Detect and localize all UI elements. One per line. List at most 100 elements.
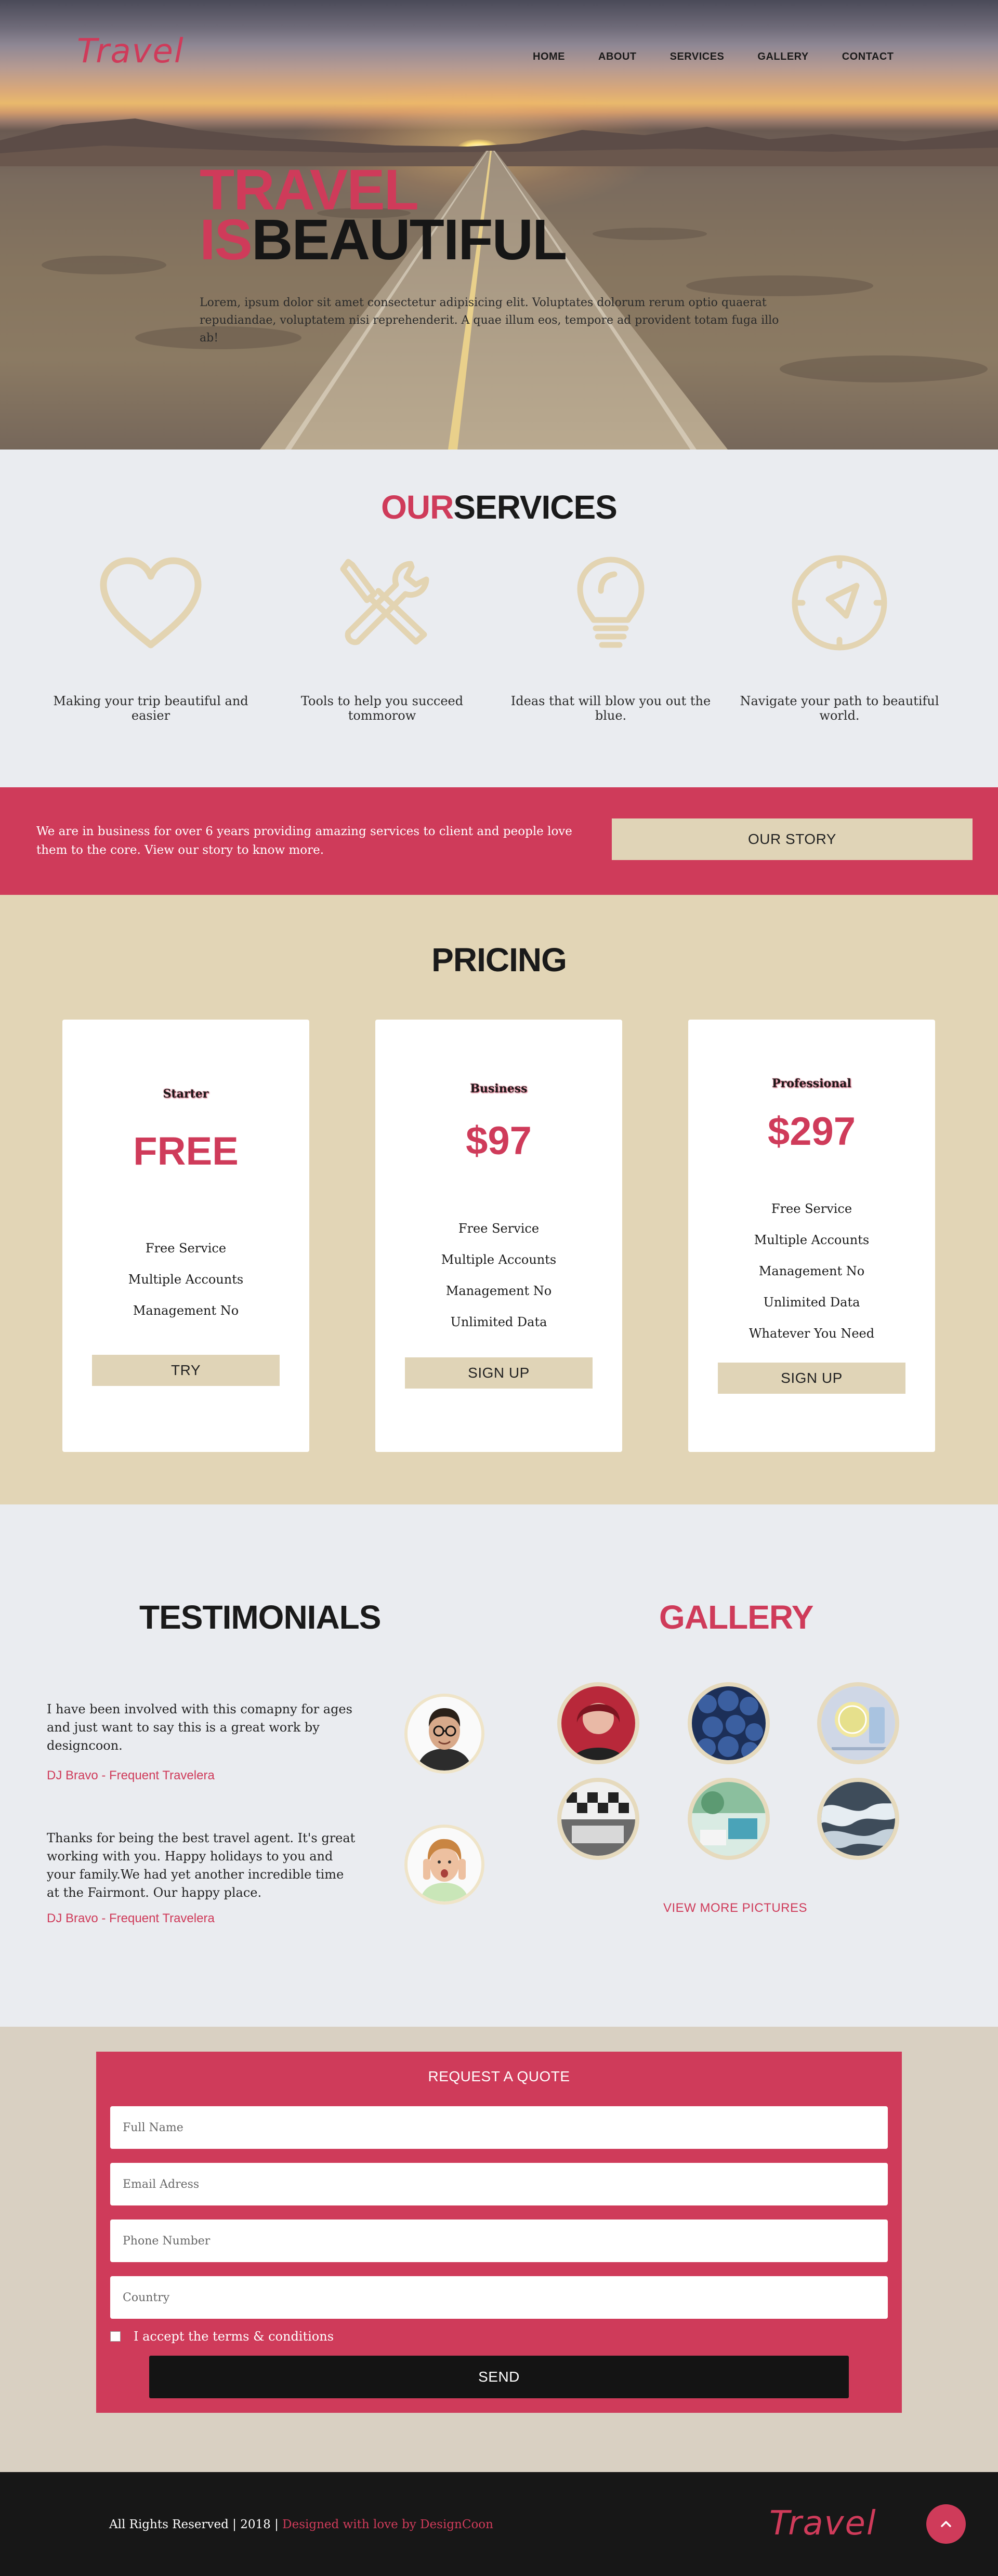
testimonials-gallery-section: TESTIMONIALS I have been involved with t… — [0, 1504, 998, 2027]
gallery-image[interactable] — [561, 1782, 635, 1856]
plan-name: Business — [470, 1082, 528, 1095]
testimonials-title: TESTIMONIALS — [139, 1599, 381, 1636]
back-to-top-button[interactable] — [926, 2504, 966, 2544]
service-item: Navigate your path to beautiful world. — [730, 553, 949, 723]
try-button[interactable]: TRY — [92, 1355, 280, 1386]
nav-home[interactable]: HOME — [533, 51, 565, 63]
site-logo[interactable]: Travel — [77, 32, 185, 71]
hero-section: Travel HOME ABOUT SERVICES GALLERY CONTA… — [0, 0, 998, 450]
gallery-title: GALLERY — [659, 1599, 813, 1636]
designer-credit-link[interactable]: Designed with love by DesignCoon — [282, 2518, 493, 2531]
gallery-photo-citrus-drink — [821, 1686, 895, 1760]
gallery-image[interactable] — [561, 1686, 635, 1760]
gallery-image[interactable] — [692, 1686, 766, 1760]
plan-feature: Whatever You Need — [748, 1326, 875, 1341]
lightbulb-icon — [577, 557, 645, 648]
request-quote-section: REQUEST A QUOTE Full Name Email Adress P… — [0, 2027, 998, 2472]
service-text: Making your trip beautiful and easier — [53, 694, 248, 723]
plan-feature: Management No — [758, 1264, 865, 1278]
story-text: We are in business for over 6 years prov… — [36, 825, 572, 857]
service-item: Making your trip beautiful and easier — [42, 553, 260, 723]
story-band: We are in business for over 6 years prov… — [0, 787, 998, 895]
service-text: Navigate your path to beautiful world. — [740, 694, 939, 723]
plan-feature: Free Service — [145, 1241, 227, 1256]
compass-icon — [792, 555, 887, 651]
gallery-image[interactable] — [821, 1782, 895, 1856]
gallery-photo-waves — [821, 1782, 895, 1856]
plan-features: Free Service Multiple Accounts Managemen… — [375, 1213, 622, 1338]
plan-feature: Multiple Accounts — [754, 1233, 870, 1247]
pricing-title: PRICING — [431, 941, 567, 979]
gallery-photo-portrait — [561, 1686, 635, 1760]
heart-icon — [100, 557, 202, 649]
testimonial-author: DJ Bravo - Frequent Travelera — [47, 1768, 215, 1782]
our-story-button[interactable]: OUR STORY — [612, 818, 973, 860]
avatar-man-glasses — [408, 1697, 481, 1771]
footer-copyright: All Rights Reserved | 2018 | Designed wi… — [109, 2518, 493, 2531]
plan-feature: Unlimited Data — [763, 1295, 860, 1310]
plan-name: Professional — [772, 1077, 851, 1090]
service-item: Ideas that will blow you out the blue. — [502, 553, 720, 723]
terms-label: I accept the terms & conditions — [134, 2329, 334, 2344]
nav-gallery[interactable]: GALLERY — [757, 51, 808, 63]
tools-icon — [340, 559, 429, 645]
services-section: OURSERVICES Making your trip beautiful a… — [0, 450, 998, 787]
send-button[interactable]: SEND — [149, 2356, 849, 2398]
services-title-rest: SERVICES — [453, 488, 617, 526]
plan-feature: Free Service — [458, 1221, 540, 1236]
service-item: Tools to help you succeed tommorow — [273, 553, 491, 723]
plan-feature: Multiple Accounts — [441, 1252, 557, 1267]
signup-button[interactable]: SIGN UP — [718, 1363, 905, 1394]
service-text: Ideas that will blow you out the blue. — [510, 694, 711, 723]
terms-checkbox[interactable] — [110, 2331, 121, 2342]
country-field[interactable]: Country — [110, 2276, 888, 2319]
hero-title: TRAVEL ISBEAUTIFUL — [200, 162, 567, 269]
hero-title-line2-rest: BEAUTIFUL — [251, 208, 567, 272]
nav-contact[interactable]: CONTACT — [842, 51, 894, 63]
testimonial-quote: I have been involved with this comapny f… — [47, 1702, 352, 1753]
gallery-image[interactable] — [821, 1686, 895, 1760]
nav-services[interactable]: SERVICES — [670, 51, 725, 63]
testimonial-author: DJ Bravo - Frequent Travelera — [47, 1911, 215, 1925]
testimonial-quote: Thanks for being the best travel agent. … — [47, 1831, 356, 1900]
services-title: OURSERVICES — [0, 488, 998, 526]
avatar-woman-surprised — [408, 1828, 481, 1901]
pricing-card-professional: Professional $297 Free Service Multiple … — [688, 1020, 935, 1452]
gallery-image[interactable] — [692, 1782, 766, 1856]
plan-price: $297 — [767, 1109, 856, 1154]
plan-feature: Free Service — [771, 1201, 852, 1216]
footer-logo[interactable]: Travel — [769, 2504, 877, 2543]
gallery-photo-street-bw — [561, 1782, 635, 1856]
plan-features: Free Service Multiple Accounts Managemen… — [688, 1193, 935, 1349]
signup-button[interactable]: SIGN UP — [405, 1357, 593, 1389]
plan-feature: Unlimited Data — [450, 1315, 547, 1329]
service-text: Tools to help you succeed tommorow — [300, 694, 464, 723]
plan-price: FREE — [133, 1129, 239, 1173]
plan-feature: Multiple Accounts — [128, 1272, 244, 1287]
plan-feature: Management No — [133, 1303, 239, 1318]
gallery-photo-blueberries — [692, 1686, 766, 1760]
plan-features: Free Service Multiple Accounts Managemen… — [62, 1233, 309, 1326]
nav-about[interactable]: ABOUT — [598, 51, 637, 63]
copyright-text: All Rights Reserved | 2018 | — [109, 2518, 279, 2531]
avatar — [408, 1828, 481, 1901]
services-title-accent: OUR — [381, 488, 454, 526]
plan-feature: Management No — [445, 1284, 552, 1298]
email-field[interactable]: Email Adress — [110, 2163, 888, 2205]
main-nav: HOME ABOUT SERVICES GALLERY CONTACT — [533, 51, 927, 63]
plan-name: Starter — [163, 1087, 209, 1101]
plan-price: $97 — [466, 1119, 532, 1163]
pricing-section: PRICING Starter FREE Free Service Multip… — [0, 895, 998, 1504]
view-more-pictures-link[interactable]: VIEW MORE PICTURES — [663, 1901, 807, 1916]
phone-field[interactable]: Phone Number — [110, 2220, 888, 2262]
full-name-field[interactable]: Full Name — [110, 2106, 888, 2149]
avatar — [408, 1697, 481, 1771]
hero-title-line2-accent: IS — [200, 208, 253, 272]
pricing-card-business: Business $97 Free Service Multiple Accou… — [375, 1020, 622, 1452]
hero-lead-text: Lorem, ipsum dolor sit amet consectetur … — [200, 296, 779, 345]
site-footer: All Rights Reserved | 2018 | Designed wi… — [0, 2472, 998, 2576]
gallery-photo-cafe — [692, 1782, 766, 1856]
pricing-card-starter: Starter FREE Free Service Multiple Accou… — [62, 1020, 309, 1452]
quote-form: REQUEST A QUOTE Full Name Email Adress P… — [96, 2052, 902, 2413]
chevron-up-icon — [941, 2521, 951, 2527]
